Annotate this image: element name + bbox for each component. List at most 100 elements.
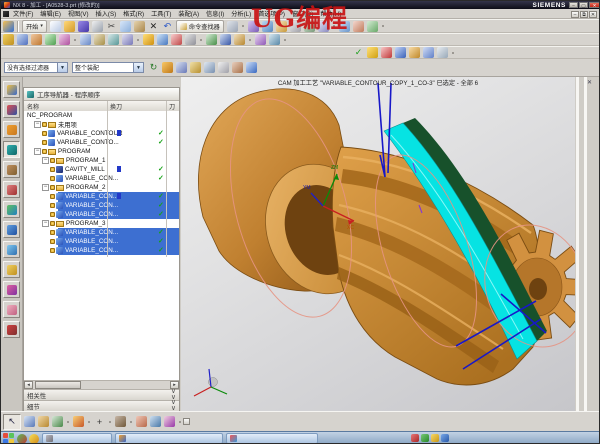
move-component-icon[interactable] — [38, 416, 49, 427]
tree-expander[interactable]: − — [34, 148, 41, 155]
start-menu-button[interactable]: 开始▾ — [22, 20, 47, 33]
tree-row[interactable]: −PROGRAM — [24, 147, 179, 156]
machine-simulation-icon[interactable] — [206, 34, 217, 45]
tree-row[interactable]: −PROGRAM_3 — [24, 219, 179, 228]
tree-expander[interactable]: − — [42, 157, 49, 164]
process-studio-button[interactable] — [3, 261, 20, 278]
details-section[interactable]: 细节 ∨∨ — [24, 400, 179, 411]
tree-row[interactable]: VARIABLE_CON...✓ — [24, 228, 179, 237]
nx-sphere-icon[interactable] — [3, 21, 14, 32]
graphics-viewport[interactable]: CAM 加工工艺 "VARIABLE_CONTOUR_COPY_1_CO-3" … — [181, 77, 575, 413]
splitter-handle[interactable] — [584, 77, 587, 413]
list-toolpath-icon[interactable] — [185, 34, 196, 45]
menu-item-7[interactable]: 信息(I) — [206, 9, 224, 18]
properties-icon[interactable] — [437, 47, 448, 58]
object-display-icon[interactable] — [255, 34, 266, 45]
menu-item-8[interactable]: 分析(L) — [231, 9, 251, 18]
open-folder-icon[interactable] — [64, 21, 75, 32]
doc-minimize-button[interactable]: – — [571, 11, 579, 18]
roles-button[interactable] — [3, 301, 20, 318]
tree-row[interactable]: VARIABLE_CONTOUR✓ — [24, 129, 179, 138]
render-sphere-icon[interactable] — [73, 416, 84, 427]
create-tool-icon[interactable] — [17, 34, 28, 45]
navigator-title-bar[interactable]: 工序导航器 - 程序顺序 — [24, 88, 179, 101]
user-profile-icon[interactable] — [136, 416, 147, 427]
minimize-button[interactable]: – — [569, 2, 578, 8]
menu-item-5[interactable]: 工具(T) — [151, 9, 171, 18]
tree-row[interactable]: VARIABLE_CON...✓ — [24, 210, 179, 219]
edit-object-icon[interactable] — [94, 34, 105, 45]
menu-item-0[interactable]: 文件(F) — [13, 9, 33, 18]
menu-item-4[interactable]: 格式(R) — [123, 9, 144, 18]
web-browser-button[interactable] — [3, 221, 20, 238]
show-tool-icon[interactable] — [80, 34, 91, 45]
zoom-browse-icon[interactable] — [150, 416, 161, 427]
tree-row[interactable]: VARIABLE_CON...✓ — [24, 174, 179, 183]
snap-handle-icon[interactable] — [24, 416, 35, 427]
undo-icon[interactable]: ↶ — [162, 21, 173, 32]
command-finder-button[interactable]: 命令查找器 — [176, 20, 224, 33]
palette-icon[interactable] — [164, 416, 175, 427]
tree-row[interactable]: VARIABLE_CONTO...✓ — [24, 138, 179, 147]
quick-launch-app2-icon[interactable] — [29, 434, 39, 444]
task-button-2[interactable] — [115, 433, 223, 444]
shop-documentation-icon[interactable] — [234, 34, 245, 45]
tree-row[interactable]: CAVITY_MILL✓ — [24, 165, 179, 174]
history-button[interactable] — [3, 241, 20, 258]
copy-operation-icon[interactable] — [122, 34, 133, 45]
create-operation-icon[interactable] — [59, 34, 70, 45]
chevron-down-icon[interactable]: ▼ — [133, 63, 143, 72]
plus-icon[interactable]: + — [94, 416, 105, 427]
tree-row[interactable]: −未用项 — [24, 120, 179, 129]
close-button[interactable]: ✕ — [589, 2, 600, 8]
scroll-left-icon[interactable]: ◂ — [24, 381, 33, 389]
tray-icon-1[interactable] — [411, 434, 419, 442]
selection-scope-combo[interactable]: 整个装配 ▼ — [72, 62, 144, 73]
part-navigator-button[interactable] — [3, 121, 20, 138]
lasso-icon[interactable] — [115, 416, 126, 427]
chevron-down-icon[interactable]: ▼ — [57, 63, 67, 72]
assembly-constraints-icon[interactable] — [52, 416, 63, 427]
splitter-handle[interactable] — [576, 77, 579, 413]
3d-scene[interactable]: ZM YM XC — [181, 77, 575, 413]
generate-toolpath-icon[interactable] — [143, 34, 154, 45]
menu-item-6[interactable]: 装配(A) — [178, 9, 199, 18]
selection-filter-combo[interactable]: 没有选择过滤器 ▼ — [4, 62, 68, 73]
tree-row[interactable]: NC_PROGRAM — [24, 111, 179, 120]
doc-close-button[interactable]: ✕ — [589, 11, 597, 18]
helper-icon[interactable] — [227, 21, 238, 32]
tree-row[interactable]: VARIABLE_CON...✓ — [24, 246, 179, 255]
snap-point-icon[interactable] — [176, 62, 187, 73]
menu-item-2[interactable]: 视图(V) — [68, 9, 89, 18]
select-arrow-icon[interactable] — [204, 62, 215, 73]
constraint-navigator-button[interactable] — [3, 101, 20, 118]
tray-icon-4[interactable] — [441, 434, 449, 442]
rotate-view-icon[interactable] — [353, 21, 364, 32]
system-materials-button[interactable] — [3, 321, 20, 338]
machine-tool-navigator-button[interactable] — [3, 161, 20, 178]
menu-item-1[interactable]: 编辑(E) — [40, 9, 61, 18]
create-program-icon[interactable] — [3, 34, 14, 45]
column-name[interactable]: 名称 — [27, 102, 39, 111]
shaded-mode-icon[interactable] — [246, 62, 257, 73]
tree-expander[interactable]: − — [42, 220, 49, 227]
operation-navigator-button[interactable] — [3, 141, 20, 158]
print-icon[interactable] — [92, 21, 103, 32]
post-output-icon[interactable] — [395, 47, 406, 58]
copy-icon[interactable] — [120, 21, 131, 32]
highlight-icon[interactable] — [190, 62, 201, 73]
assembly-navigator-button[interactable] — [3, 81, 20, 98]
column-toolpath[interactable]: 刀 — [169, 102, 175, 111]
save-icon[interactable] — [78, 21, 89, 32]
hd3d-tools-button[interactable] — [3, 201, 20, 218]
tray-icon-2[interactable] — [421, 434, 429, 442]
column-toolchange[interactable]: 换刀 — [110, 102, 122, 111]
paste-icon[interactable] — [134, 21, 145, 32]
tree-row[interactable]: VARIABLE_CON...✓ — [24, 201, 179, 210]
transform-object-icon[interactable] — [108, 34, 119, 45]
dependencies-section[interactable]: 相关性 ∨∨ — [24, 389, 179, 400]
prompt-mini-button[interactable] — [183, 418, 190, 425]
confirm-toolpath-icon[interactable]: ✓ — [353, 47, 364, 58]
work-part-icon[interactable] — [162, 62, 173, 73]
tree-expander[interactable]: − — [34, 121, 41, 128]
